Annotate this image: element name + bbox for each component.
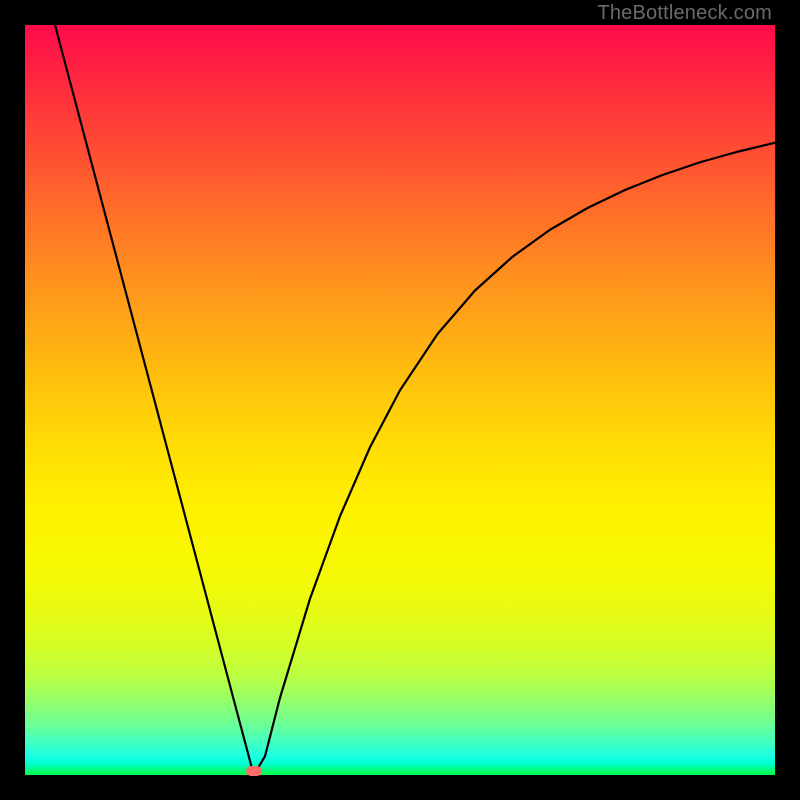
chart-frame: TheBottleneck.com <box>0 0 800 800</box>
plot-area <box>25 25 775 775</box>
min-marker <box>246 766 262 776</box>
watermark-text: TheBottleneck.com <box>597 2 772 25</box>
bottleneck-curve <box>25 25 775 775</box>
